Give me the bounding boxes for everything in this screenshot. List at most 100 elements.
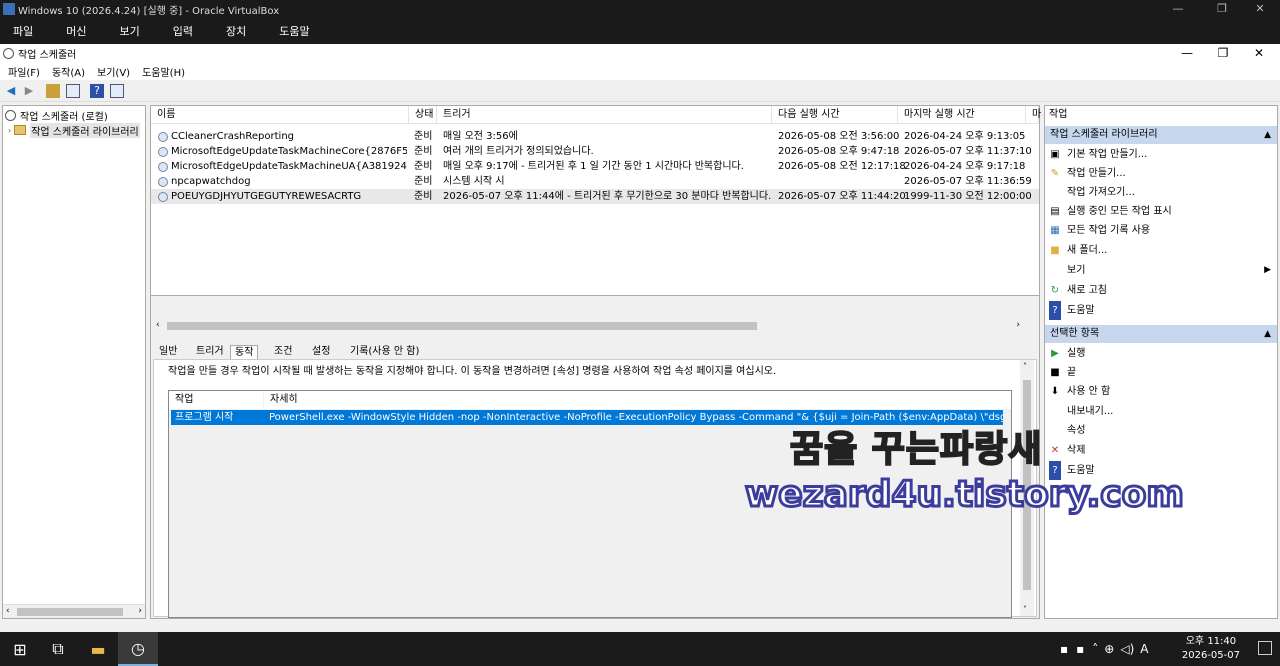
section-selected-item[interactable]: 선택한 항목 ▲ [1045, 325, 1277, 343]
system-clock[interactable]: 오후 11:40 2026-05-07 [1182, 635, 1240, 663]
task-row[interactable]: CCleanerCrashReporting 준비 매일 오전 3:56에 20… [151, 129, 1039, 144]
section-library[interactable]: 작업 스케줄러 라이브러리 ▲ [1045, 126, 1277, 144]
task-trigger: 시스템 시작 시 [443, 176, 505, 187]
action-show-running[interactable]: ▤ 실행 중인 모든 작업 표시 [1049, 202, 1275, 221]
scroll-thumb[interactable] [167, 322, 757, 330]
network-icon[interactable]: ⊕ [1104, 642, 1114, 656]
action-import-task[interactable]: 작업 가져오기... [1049, 183, 1275, 202]
col-details[interactable]: 자세히 [264, 391, 1011, 409]
action-row-selected[interactable]: 프로그램 시작 PowerShell.exe -WindowStyle Hidd… [171, 410, 1003, 425]
action-help-selected[interactable]: ? 도움말 [1049, 461, 1275, 480]
action-help[interactable]: ? 도움말 [1049, 301, 1275, 320]
action-export[interactable]: 내보내기... [1049, 402, 1275, 421]
task-row[interactable]: npcapwatchdog 준비 시스템 시작 시 2026-05-07 오후 … [151, 174, 1039, 189]
detail-vertical-scrollbar[interactable]: ˄ ˅ [1020, 360, 1034, 616]
forward-arrow-icon[interactable]: ▶ [22, 84, 36, 98]
scroll-up-icon[interactable]: ˄ [1023, 362, 1027, 371]
col-action[interactable]: 작업 [169, 391, 263, 409]
action-enable-history[interactable]: ▦ 모든 작업 기록 사용 [1049, 221, 1275, 240]
action-refresh[interactable]: ↻ 새로 고침 [1049, 281, 1275, 300]
task-row-selected[interactable]: POEUYGDJHYUTGEGUTYREWESACRTG 준비 2026-05-… [151, 189, 1039, 204]
task-list: 이름 상태 트리거 다음 실행 시간 마지막 실행 시간 마 CCleanerC… [151, 106, 1041, 296]
tree-horizontal-scrollbar[interactable]: ‹ › [3, 604, 145, 618]
action-label: 기본 작업 만들기... [1067, 149, 1148, 160]
vbox-menu-machine[interactable]: 머신 [66, 23, 86, 39]
action-label: 실행 중인 모든 작업 표시 [1067, 206, 1172, 217]
tree-root-node[interactable]: 작업 스케줄러 (로컬) [5, 108, 108, 123]
tray-shield-icon[interactable]: ▪ [1076, 642, 1084, 656]
tab-history[interactable]: 기록(사용 안 함) [346, 345, 423, 360]
task-list-horizontal-scrollbar[interactable]: ‹ › [153, 319, 1023, 333]
maximize-icon[interactable]: ❐ [1206, 44, 1240, 63]
menu-view[interactable]: 보기(V) [97, 64, 130, 79]
tray-app-icon[interactable]: ▪ [1060, 642, 1068, 656]
expand-chevron-icon[interactable]: › [8, 126, 11, 135]
col-more[interactable]: 마 [1026, 106, 1041, 124]
action-new-folder[interactable]: ■ 새 폴더... [1049, 241, 1275, 260]
vbox-menu-help[interactable]: 도움말 [279, 23, 309, 39]
tab-settings[interactable]: 설정 [308, 345, 334, 360]
vbox-menu-file[interactable]: 파일 [13, 23, 33, 39]
action-create-task[interactable]: ✎ 작업 만들기... [1049, 164, 1275, 183]
properties-pane-icon[interactable] [110, 84, 124, 98]
action-disable[interactable]: ⬇ 사용 안 함 [1049, 382, 1275, 401]
vbox-minimize-icon[interactable]: — [1158, 0, 1198, 18]
scroll-thumb[interactable] [1023, 380, 1031, 590]
tab-triggers[interactable]: 트리거 [192, 345, 228, 360]
clock-time: 오후 11:40 [1185, 636, 1237, 647]
show-hide-tree-icon[interactable] [66, 84, 80, 98]
scroll-right-icon[interactable]: › [1016, 320, 1020, 330]
action-delete[interactable]: ✕ 삭제 [1049, 441, 1275, 460]
vbox-menu-view[interactable]: 보기 [120, 23, 140, 39]
scroll-thumb[interactable] [17, 608, 123, 616]
action-view[interactable]: 보기 ▶ [1049, 261, 1275, 280]
task-clock-icon [158, 192, 168, 202]
tab-actions[interactable]: 동작 [230, 345, 259, 360]
input-language-indicator[interactable]: A [1140, 642, 1148, 656]
scroll-right-icon[interactable]: › [138, 606, 142, 616]
col-last-run[interactable]: 마지막 실행 시간 [898, 106, 1026, 124]
scroll-down-icon[interactable]: ˅ [1023, 605, 1027, 614]
console-tree: 작업 스케줄러 (로컬) › 작업 스케줄러 라이브러리 ‹ › [2, 105, 146, 619]
action-end[interactable]: ■ 끝 [1049, 363, 1275, 382]
action-basic-task[interactable]: ▣ 기본 작업 만들기... [1049, 145, 1275, 164]
action-properties[interactable]: 속성 [1049, 421, 1275, 440]
col-next-run[interactable]: 다음 실행 시간 [772, 106, 898, 124]
menu-help[interactable]: 도움말(H) [142, 64, 185, 79]
minimize-icon[interactable]: — [1170, 44, 1204, 63]
vbox-close-icon[interactable]: ✕ [1240, 0, 1280, 18]
collapse-icon[interactable]: ▲ [1264, 325, 1271, 343]
action-label: 도움말 [1067, 305, 1095, 316]
collapse-icon[interactable]: ▲ [1264, 126, 1271, 144]
action-run[interactable]: ▶ 실행 [1049, 344, 1275, 363]
vbox-maximize-icon[interactable]: ❐ [1202, 0, 1242, 18]
scroll-left-icon[interactable]: ‹ [6, 606, 10, 616]
help-toolbar-icon[interactable]: ? [90, 84, 104, 98]
tab-general[interactable]: 일반 [155, 345, 181, 360]
up-folder-icon[interactable] [46, 84, 60, 98]
col-name[interactable]: 이름 [151, 106, 409, 124]
tab-conditions[interactable]: 조건 [270, 345, 296, 360]
col-trigger[interactable]: 트리거 [437, 106, 772, 124]
close-icon[interactable]: ✕ [1242, 44, 1276, 63]
task-row[interactable]: MicrosoftEdgeUpdateTaskMachineCore{2876F… [151, 144, 1039, 159]
vbox-menu-input[interactable]: 입력 [173, 23, 193, 39]
vbox-titlebar: Windows 10 (2026.4.24) [실행 중] - Oracle V… [0, 0, 1280, 18]
tray-chevron-icon[interactable]: ˄ [1092, 642, 1098, 656]
scroll-left-icon[interactable]: ‹ [156, 320, 160, 330]
windows-start-icon[interactable]: ⊞ [0, 632, 40, 666]
col-status[interactable]: 상태 [409, 106, 437, 124]
notification-icon[interactable] [1258, 641, 1272, 655]
vbox-menu-devices[interactable]: 장치 [226, 23, 246, 39]
action-label: 사용 안 함 [1067, 386, 1111, 397]
file-explorer-icon[interactable]: ▬ [78, 632, 118, 666]
task-view-icon[interactable]: ⧉ [38, 632, 78, 666]
tree-library-node[interactable]: › 작업 스케줄러 라이브러리 [8, 122, 140, 138]
task-row[interactable]: MicrosoftEdgeUpdateTaskMachineUA{A381924… [151, 159, 1039, 174]
back-arrow-icon[interactable]: ◀ [4, 84, 18, 98]
menu-file[interactable]: 파일(F) [8, 64, 40, 79]
menu-action[interactable]: 동작(A) [52, 64, 85, 79]
volume-icon[interactable]: ◁) [1120, 642, 1134, 656]
task-scheduler-taskbar-icon[interactable]: ◷ [118, 632, 158, 666]
task-status: 준비 [414, 191, 433, 202]
